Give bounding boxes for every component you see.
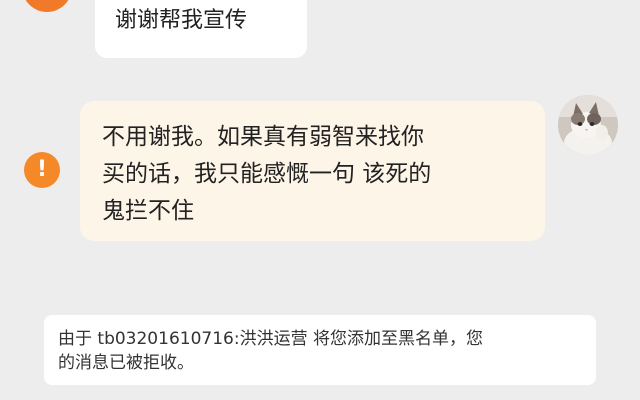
outgoing-message-bubble[interactable]: 不用谢我。如果真有弱智来找你 买的话，我只能感慨一句 该死的 鬼拦不住 <box>80 101 545 241</box>
notice-line: 由于 tb03201610716:洪洪运营 将您添加至黑名单，您 <box>58 329 483 349</box>
peer-avatar[interactable] <box>22 0 72 12</box>
exclamation-icon: ! <box>36 157 48 182</box>
outgoing-message-line: 不用谢我。如果真有弱智来找你 <box>102 124 424 150</box>
cat-avatar-image <box>558 95 618 155</box>
blacklist-system-notice: 由于 tb03201610716:洪洪运营 将您添加至黑名单，您 的消息已被拒收… <box>44 315 596 385</box>
outgoing-message-line: 买的话，我只能感慨一句 该死的 <box>102 161 432 187</box>
notice-line: 的消息已被拒收。 <box>58 353 194 373</box>
outgoing-message-line: 鬼拦不住 <box>102 198 194 224</box>
my-avatar[interactable] <box>558 95 618 155</box>
chat-screen: 谢谢帮我宣传 ! 不用谢我。如果真有弱智来找你 买的话，我只能感慨一句 该死的 … <box>0 0 640 400</box>
send-failed-exclamation-icon[interactable]: ! <box>24 152 60 188</box>
incoming-message-bubble[interactable]: 谢谢帮我宣传 <box>95 0 307 58</box>
incoming-message-text: 谢谢帮我宣传 <box>115 8 248 33</box>
